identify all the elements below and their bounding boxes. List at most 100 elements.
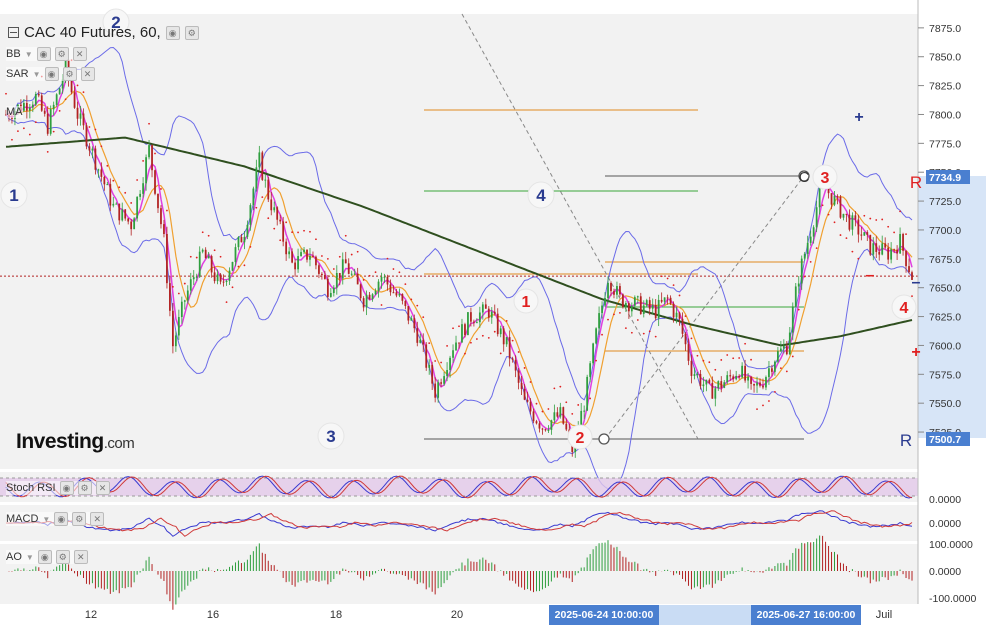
sar-dot	[779, 367, 782, 370]
candle-body	[169, 283, 171, 311]
candle-body	[270, 199, 273, 211]
close-icon[interactable]: ✕	[90, 512, 105, 526]
candle-body	[678, 312, 681, 319]
gear-icon[interactable]: ⚙	[62, 67, 77, 81]
candle-body	[371, 294, 374, 300]
candle-body	[389, 284, 392, 293]
eye-icon[interactable]: ◉	[54, 512, 69, 526]
candle-body	[648, 300, 651, 309]
wave-label-red: 1	[522, 294, 531, 311]
candle-body	[136, 196, 139, 219]
gear-icon[interactable]: ⚙	[184, 25, 199, 40]
chevron-down-icon[interactable]: ▼	[42, 515, 50, 524]
candle-body	[145, 157, 147, 184]
sar-dot	[106, 164, 109, 167]
eye-icon[interactable]: ◉	[44, 67, 59, 81]
sar-dot	[189, 255, 192, 258]
wave-label-red: 3	[821, 170, 830, 187]
candle-body	[839, 196, 842, 218]
sar-dot	[845, 237, 848, 240]
chevron-down-icon[interactable]: ▼	[26, 553, 34, 562]
candle-body	[79, 113, 82, 119]
eye-icon[interactable]: ◉	[59, 481, 74, 495]
stoch-tick-label: 0.0000	[929, 494, 961, 506]
candle-body	[851, 215, 854, 230]
candle-body	[318, 265, 320, 274]
candle-body	[356, 273, 359, 285]
candle-body	[282, 221, 285, 242]
candle-body	[443, 376, 445, 384]
close-icon[interactable]: ✕	[95, 481, 110, 495]
chart-svg[interactable]: 7875.07850.07825.07800.07775.07750.07725…	[0, 0, 1008, 625]
candle-body	[636, 296, 639, 298]
legend-sar[interactable]: SAR ▼ ◉ ⚙ ✕	[6, 67, 95, 81]
gear-icon[interactable]: ⚙	[54, 47, 69, 61]
legend-ao[interactable]: AO ▼ ◉ ⚙ ✕	[6, 550, 88, 564]
candle-body	[186, 290, 189, 301]
candle-body	[887, 247, 890, 260]
candle-body	[529, 401, 532, 412]
sar-dot	[404, 283, 407, 285]
candle-body	[908, 266, 910, 273]
candle-body	[401, 294, 404, 301]
candle-body	[332, 287, 335, 294]
close-icon[interactable]: ✕	[73, 550, 88, 564]
sar-dot	[398, 271, 401, 274]
gear-icon[interactable]: ⚙	[72, 512, 87, 526]
candle-body	[499, 328, 502, 335]
legend-ma[interactable]: MA	[6, 106, 23, 118]
candle-body	[449, 357, 451, 371]
candle-body	[589, 363, 592, 377]
candle-body	[595, 328, 597, 344]
candle-body	[28, 107, 31, 111]
candle-body	[422, 339, 425, 345]
candle-body	[323, 274, 326, 279]
sar-dot	[529, 381, 532, 383]
legend-macd[interactable]: MACD ▼ ◉ ⚙ ✕	[6, 512, 105, 526]
candle-body	[538, 423, 541, 429]
candle-body	[726, 375, 729, 383]
sar-dot	[893, 231, 896, 234]
sar-dot	[690, 337, 693, 340]
candle-body	[452, 350, 454, 358]
candle-body	[869, 234, 872, 255]
candle-body	[410, 318, 413, 321]
candle-body	[22, 102, 25, 111]
wave-label-blue: 4	[536, 186, 546, 205]
chart-title-row[interactable]: CAC 40 Futures, 60, ◉ ⚙	[8, 24, 199, 41]
gear-icon[interactable]: ⚙	[77, 481, 92, 495]
legend-stoch[interactable]: Stoch RSI ◉ ⚙ ✕	[6, 481, 110, 495]
legend-bb[interactable]: BB ▼ ◉ ⚙ ✕	[6, 47, 87, 61]
sar-dot	[261, 196, 264, 199]
sar-dot	[517, 351, 520, 353]
eye-icon[interactable]: ◉	[165, 25, 180, 40]
investing-logo: Investing.com	[16, 430, 135, 454]
candle-body	[180, 301, 183, 318]
sar-dot	[470, 341, 472, 344]
candle-body	[744, 365, 746, 381]
candle-body	[848, 214, 851, 230]
candle-body	[118, 203, 121, 221]
sar-dot	[243, 264, 246, 267]
sar-dot	[595, 359, 597, 362]
candle-body	[663, 297, 666, 302]
sar-dot	[309, 230, 311, 233]
macd-tick-label: 0.0000	[929, 518, 961, 530]
candle-body	[747, 376, 749, 381]
chevron-down-icon[interactable]: ▼	[25, 50, 33, 59]
eye-icon[interactable]: ◉	[36, 47, 51, 61]
candle-body	[210, 256, 213, 273]
candle-body	[651, 304, 654, 309]
candle-body	[684, 333, 687, 345]
candle-body	[675, 312, 678, 318]
sar-dot	[869, 217, 872, 220]
candle-body	[52, 104, 55, 110]
close-icon[interactable]: ✕	[80, 67, 95, 81]
chevron-down-icon[interactable]: ▼	[33, 70, 41, 79]
gear-icon[interactable]: ⚙	[55, 550, 70, 564]
sar-dot	[553, 387, 556, 390]
eye-icon[interactable]: ◉	[37, 550, 52, 564]
close-icon[interactable]: ✕	[72, 47, 87, 61]
collapse-icon[interactable]	[8, 27, 19, 38]
candle-body	[854, 215, 857, 220]
